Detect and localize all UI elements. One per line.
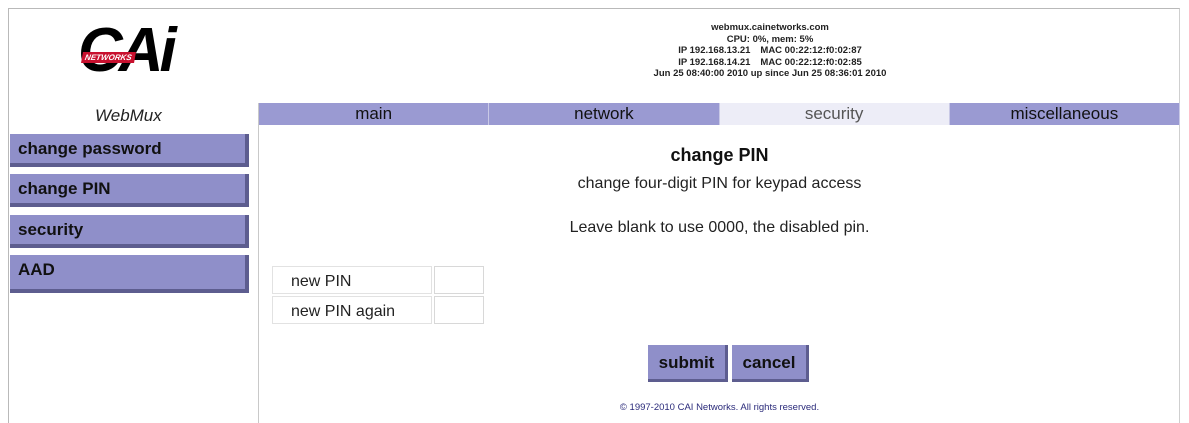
interface-1: IP 192.168.13.21 MAC 00:22:12:f0:02:87	[560, 45, 980, 57]
form-row: new PIN	[272, 266, 484, 296]
new-pin-again-input[interactable]	[435, 297, 483, 323]
main-nav-tabs: main network security miscellaneous	[259, 103, 1180, 125]
page-subtitle: change four-digit PIN for keypad access	[577, 175, 862, 192]
cancel-button[interactable]: cancel	[732, 345, 809, 382]
new-pin-again-label: new PIN again	[272, 296, 432, 324]
new-pin-label: new PIN	[272, 266, 432, 294]
product-name: WebMux	[95, 106, 162, 125]
form-row: new PIN again	[272, 296, 484, 326]
tab-main[interactable]: main	[259, 103, 490, 125]
sidebar-item-change-pin[interactable]: change PIN	[10, 174, 249, 207]
interface-1-ip: IP 192.168.13.21	[678, 45, 751, 56]
cpu-mem-status: CPU: 0%, mem: 5%	[726, 33, 814, 45]
sidebar-item-change-password[interactable]: change password	[10, 134, 249, 167]
system-info: webmux.cainetworks.com CPU: 0%, mem: 5% …	[560, 22, 980, 80]
submit-button[interactable]: submit	[648, 345, 728, 382]
interface-2: IP 192.168.14.21 MAC 00:22:12:f0:02:85	[560, 57, 980, 69]
logo-text: CAi	[78, 16, 177, 85]
tab-network[interactable]: network	[489, 103, 720, 125]
page-title: change PIN	[670, 145, 769, 165]
interface-1-mac: MAC 00:22:12:f0:02:87	[760, 45, 862, 56]
logo-badge: NETWORKS	[81, 52, 136, 63]
page-note: Leave blank to use 0000, the disabled pi…	[569, 219, 870, 236]
tab-miscellaneous[interactable]: miscellaneous	[949, 103, 1180, 125]
new-pin-again-field-wrap	[434, 296, 484, 324]
cai-networks-logo: CAi NETWORKS	[78, 20, 218, 88]
copyright-footer: © 1997-2010 CAI Networks. All rights res…	[619, 402, 820, 413]
interface-2-ip: IP 192.168.14.21	[678, 56, 751, 68]
uptime: Jun 25 08:40:00 2010 up since Jun 25 08:…	[653, 68, 887, 79]
tab-security[interactable]: security	[719, 103, 950, 125]
sidebar-item-security[interactable]: security	[10, 215, 249, 248]
new-pin-input[interactable]	[435, 267, 483, 293]
new-pin-field-wrap	[434, 266, 484, 294]
interface-2-mac: MAC 00:22:12:f0:02:85	[760, 56, 862, 68]
hostname: webmux.cainetworks.com	[711, 22, 829, 33]
pin-form: new PIN new PIN again	[272, 266, 484, 326]
sidebar-item-aad[interactable]: AAD	[10, 255, 249, 293]
